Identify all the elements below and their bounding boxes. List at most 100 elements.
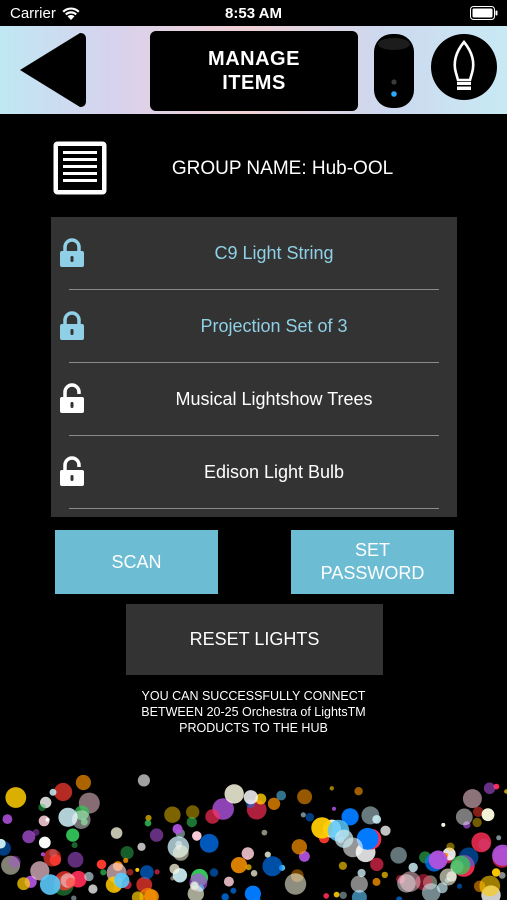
bokeh-dot xyxy=(441,822,446,827)
bokeh-dot xyxy=(96,859,107,870)
bokeh-dot xyxy=(186,805,200,819)
bokeh-dot xyxy=(140,865,154,880)
bokeh-dot xyxy=(396,896,403,900)
item-label: Musical Lightshow Trees xyxy=(175,389,373,409)
bokeh-dot xyxy=(84,871,94,882)
bokeh-dot xyxy=(5,787,27,808)
scan-button-label: SCAN xyxy=(111,551,162,572)
bokeh-dot xyxy=(88,884,98,894)
bulb-icon[interactable] xyxy=(430,33,498,101)
page-title-line2: ITEMS xyxy=(222,72,286,94)
hub-device-icon[interactable] xyxy=(372,32,416,110)
list-item[interactable]: Musical Lightshow Trees xyxy=(51,363,457,436)
bokeh-dot xyxy=(114,872,130,889)
bokeh-dot xyxy=(221,893,229,900)
bokeh-dot xyxy=(408,862,418,873)
bokeh-dot xyxy=(149,828,164,842)
bokeh-dot xyxy=(471,832,492,853)
bokeh-dot xyxy=(297,789,313,805)
bokeh-dot xyxy=(38,803,46,812)
set-password-label-line2: PASSWORD xyxy=(320,563,425,583)
lock-open-icon xyxy=(60,456,84,486)
status-time: 8:53 AM xyxy=(225,5,282,22)
bokeh-dot xyxy=(199,833,219,853)
bokeh-lights-decoration xyxy=(0,774,507,900)
item-label: Projection Set of 3 xyxy=(200,316,348,336)
bokeh-dot xyxy=(357,868,366,878)
items-list: C9 Light String Projection Set of 3 Musi… xyxy=(51,217,457,517)
item-label: C9 Light String xyxy=(214,243,334,263)
bokeh-dot xyxy=(39,874,61,895)
bokeh-dot xyxy=(67,851,84,868)
bokeh-dot xyxy=(451,855,471,875)
bokeh-dot xyxy=(284,873,307,895)
bokeh-dot xyxy=(38,836,51,849)
info-line: BETWEEN 20-25 Orchestra of LightsTM xyxy=(141,705,366,719)
bokeh-dot xyxy=(230,887,237,894)
bokeh-dot xyxy=(45,817,50,822)
page-title-line1: MANAGE xyxy=(208,48,300,70)
bokeh-dot xyxy=(230,857,248,874)
status-bar: Carrier 8:53 AM xyxy=(0,0,507,26)
bokeh-dot xyxy=(71,895,77,900)
bokeh-dot xyxy=(261,829,268,836)
bokeh-dot xyxy=(350,875,368,893)
page-title: MANAGE ITEMS xyxy=(150,31,358,111)
bokeh-dot xyxy=(399,871,421,892)
bokeh-dot xyxy=(192,831,202,841)
bokeh-dot xyxy=(126,868,134,876)
bokeh-dot xyxy=(137,842,146,851)
item-label: Edison Light Bulb xyxy=(203,462,345,482)
bokeh-dot xyxy=(481,808,495,822)
bokeh-dot xyxy=(491,868,501,877)
bokeh-dot xyxy=(65,877,76,888)
info-line: YOU CAN SUCCESSFULLY CONNECT xyxy=(141,689,366,703)
bokeh-dot xyxy=(17,877,30,891)
bokeh-dot xyxy=(329,786,334,791)
bokeh-dot xyxy=(370,857,384,872)
bokeh-dot xyxy=(205,809,220,824)
bokeh-dot xyxy=(241,847,254,860)
reset-lights-label: RESET LIGHTS xyxy=(189,629,320,649)
lock-open-icon xyxy=(60,383,84,413)
list-item[interactable]: Projection Set of 3 xyxy=(51,290,457,363)
bokeh-dot xyxy=(354,787,363,796)
reset-lights-button[interactable]: RESET LIGHTS xyxy=(126,604,383,675)
bokeh-dot xyxy=(54,782,73,802)
bokeh-dot xyxy=(100,869,107,876)
bokeh-dot xyxy=(209,868,219,877)
header-bar: MANAGE ITEMS xyxy=(0,26,507,114)
lock-closed-icon xyxy=(60,238,84,267)
bokeh-dot xyxy=(8,855,21,868)
bokeh-dot xyxy=(262,856,283,877)
set-password-label-line1: SET xyxy=(354,540,390,560)
bokeh-dot xyxy=(75,774,91,791)
bokeh-dot xyxy=(71,842,78,849)
bokeh-dot xyxy=(172,845,189,861)
bokeh-dot xyxy=(291,839,307,855)
group-name-label: GROUP NAME: Hub-OOL xyxy=(171,158,394,179)
scan-button[interactable]: SCAN xyxy=(55,530,218,594)
bokeh-dot xyxy=(135,867,140,872)
bokeh-dot xyxy=(154,869,160,875)
set-password-button[interactable]: SET PASSWORD xyxy=(291,530,454,594)
bokeh-dot xyxy=(332,806,336,811)
list-item[interactable]: Edison Light Bulb xyxy=(51,436,457,509)
document-icon[interactable] xyxy=(52,140,108,196)
list-item[interactable]: C9 Light String xyxy=(51,217,457,290)
divider xyxy=(69,508,439,509)
bokeh-dot xyxy=(137,774,150,787)
info-line: PRODUCTS TO THE HUB xyxy=(179,721,328,735)
bokeh-dot xyxy=(250,870,258,877)
bokeh-dot xyxy=(472,817,482,828)
back-triangle-icon[interactable] xyxy=(12,29,88,111)
bokeh-dot xyxy=(66,828,80,842)
bokeh-dot xyxy=(2,814,13,824)
bokeh-dot xyxy=(381,871,388,879)
bokeh-dot xyxy=(300,812,306,818)
bokeh-dot xyxy=(144,819,152,827)
bokeh-dot xyxy=(456,883,463,889)
bokeh-dot xyxy=(323,893,330,899)
bokeh-dot xyxy=(164,806,181,823)
lock-closed-icon xyxy=(60,311,84,340)
